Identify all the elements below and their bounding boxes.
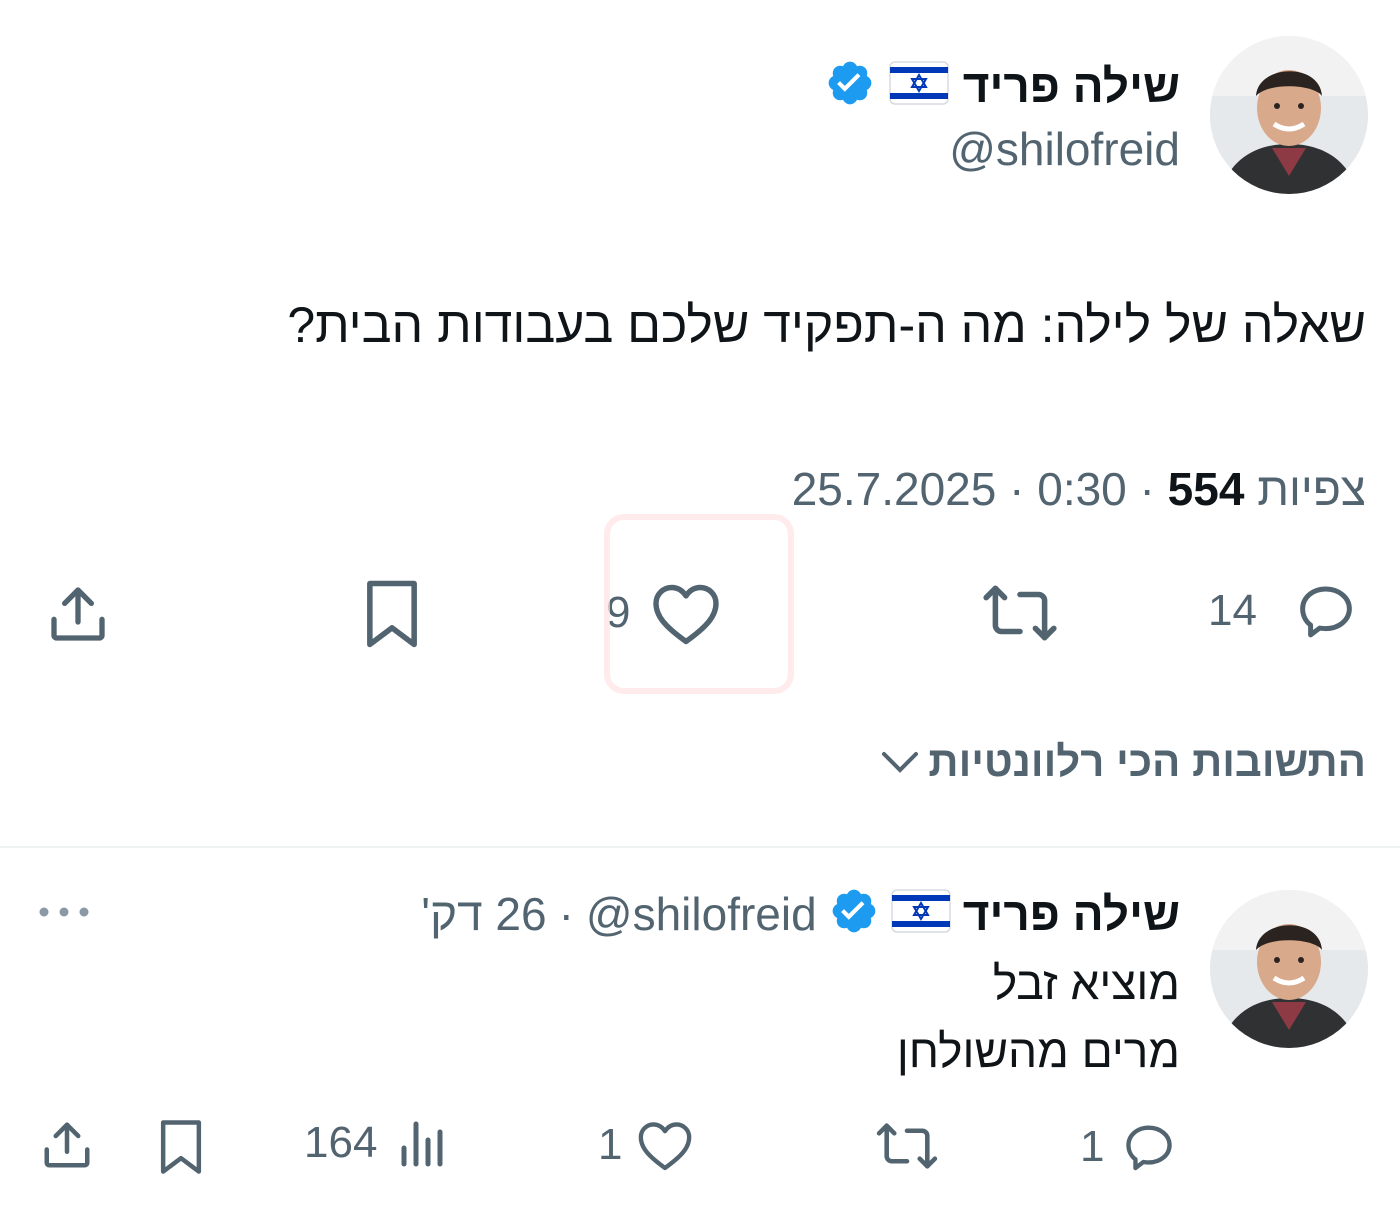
reply-views-count: 164 (304, 1118, 378, 1167)
views-bar-chart-icon (399, 1118, 445, 1168)
retweet-icon[interactable] (874, 1120, 940, 1172)
reply-like-action[interactable]: 1 (598, 1118, 694, 1172)
bookmark-icon[interactable] (158, 1118, 204, 1176)
reply-reply-count: 1 (1080, 1122, 1105, 1171)
reply-text-line-2: מרים מהשולחן (896, 1025, 1180, 1077)
reply-author-avatar[interactable] (1210, 890, 1368, 1048)
reply-author-name[interactable]: שילה פריד (963, 887, 1180, 941)
verified-badge-icon (829, 886, 879, 941)
reply-bubble-icon (1293, 578, 1359, 644)
reply-like-count: 1 (598, 1120, 623, 1169)
israel-flag-icon (890, 889, 951, 938)
reply-action[interactable]: 14 (1208, 578, 1359, 644)
israel-flag-icon (888, 61, 949, 110)
tweet-text: שאלה של לילה: מה ה-תפקיד שלכם בעבודות הב… (287, 297, 1366, 353)
reply-bubble-icon (1120, 1118, 1178, 1176)
heart-icon (636, 1118, 694, 1172)
bookmark-icon[interactable] (364, 578, 420, 650)
author-avatar[interactable] (1210, 36, 1368, 194)
watermark-logo (604, 514, 794, 694)
relevant-replies-label: התשובות הכי רלוונטיות (928, 738, 1366, 785)
views-label: צפיות (1257, 463, 1366, 515)
author-handle[interactable]: @shilofreid (949, 122, 1180, 176)
share-icon[interactable] (40, 1118, 94, 1172)
tweet-meta: צפיות 554 · 0:30 · 25.7.2025 (791, 463, 1366, 515)
retweet-icon[interactable] (980, 582, 1060, 644)
tweet-date: 25.7.2025 (791, 463, 997, 515)
reply-views-action[interactable]: 164 (304, 1118, 445, 1168)
views-count: 554 (1167, 463, 1245, 515)
reply-author-handle[interactable]: @shilofreid (586, 887, 817, 941)
reply-count: 14 (1208, 586, 1257, 635)
share-icon[interactable] (46, 582, 110, 646)
tweet-time: 0:30 (1037, 463, 1127, 515)
reply-time-ago: 26 דק' (421, 887, 547, 940)
reply-header: 26 דק' · @shilofreid שילה פריד (421, 886, 1180, 941)
verified-badge-icon (825, 58, 875, 113)
chevron-down-icon (880, 747, 920, 777)
author-name[interactable]: שילה פריד (963, 59, 1180, 113)
reply-text-line-1: מוציא זבל (992, 957, 1180, 1009)
relevant-replies-dropdown[interactable]: התשובות הכי רלוונטיות (880, 738, 1366, 786)
divider (0, 846, 1400, 848)
more-dots-icon[interactable] (38, 904, 90, 920)
reply-reply-action[interactable]: 1 (1080, 1118, 1178, 1176)
author-name-row: שילה פריד (825, 58, 1180, 113)
